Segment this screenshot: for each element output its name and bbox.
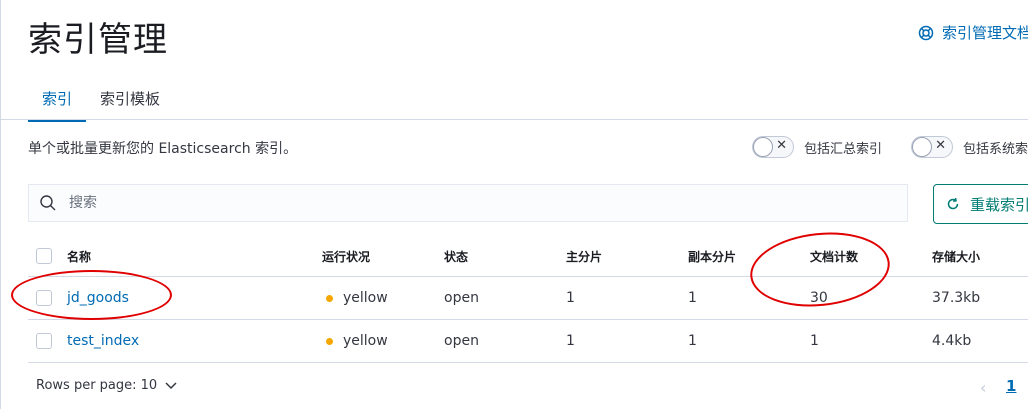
storage-size-cell: 37.3kb [932,290,981,306]
primaries-cell: 1 [566,290,575,306]
pagination-prev-button[interactable]: ‹ [980,378,986,397]
switch-knob [753,137,773,157]
reload-label: 重载索引 [970,195,1028,214]
doc-count-cell: 1 [810,333,819,349]
switch-off-icon: ✕ [776,138,787,153]
refresh-icon [947,197,959,210]
health-cell: yellow [326,277,388,319]
column-header-status[interactable]: 状态 [444,236,468,276]
toggle-system-label: 包括系统索引 [963,141,1028,157]
rollup-switch[interactable]: ✕ [752,136,794,158]
reload-indices-button[interactable]: 重载索引 [933,184,1028,224]
index-name-link[interactable]: jd_goods [67,277,129,319]
search-box[interactable] [28,184,908,222]
column-header-replicas[interactable]: 副本分片 [688,236,736,276]
column-header-primaries[interactable]: 主分片 [566,236,602,276]
tab-bar: 索引 索引模板 [28,82,174,122]
left-border [0,0,1,409]
system-switch[interactable]: ✕ [911,136,953,158]
status-cell: open [444,333,479,349]
health-label: yellow [343,290,388,306]
rows-per-page-label: Rows per page: 10 [36,378,158,393]
health-label: yellow [343,333,388,349]
toggle-system-indices[interactable]: ✕ 包括系统索引 [911,136,1028,158]
index-name-link[interactable]: test_index [67,320,139,362]
status-cell: open [444,290,479,306]
column-header-name[interactable]: 名称 [67,236,91,276]
toggle-rollup-indices[interactable]: ✕ 包括汇总索引 [752,136,882,158]
replicas-cell: 1 [688,290,697,306]
primaries-cell: 1 [566,333,575,349]
table-row: test_index yellow open 1 1 1 4.4kb [28,320,1028,363]
table-row: jd_goods yellow open 1 1 30 37.3kb [28,277,1028,320]
page-description: 单个或批量更新您的 Elasticsearch 索引。 [28,141,298,157]
indices-table: 名称 运行状况 状态 主分片 副本分片 文档计数 存储大小 jd_goods y… [28,236,1028,363]
column-header-doc-count[interactable]: 文档计数 [810,236,858,276]
switch-off-icon: ✕ [935,138,946,153]
column-header-storage-size[interactable]: 存储大小 [932,236,980,276]
docs-link-label: 索引管理文档 [942,24,1028,42]
help-lifebuoy-icon [918,25,934,40]
doc-count-cell: 30 [810,290,828,306]
tab-index-templates[interactable]: 索引模板 [86,82,174,120]
table-header: 名称 运行状况 状态 主分片 副本分片 文档计数 存储大小 [28,236,1028,277]
health-dot-icon [326,294,333,302]
health-dot-icon [326,337,333,345]
select-all-checkbox[interactable] [36,248,52,264]
switch-knob [912,137,932,157]
row-checkbox[interactable] [36,290,52,306]
column-header-health[interactable]: 运行状况 [322,236,370,276]
rows-per-page-selector[interactable]: Rows per page: 10 [36,378,177,393]
toggle-rollup-label: 包括汇总索引 [804,141,883,157]
health-cell: yellow [326,320,388,362]
page-title: 索引管理 [28,20,168,60]
replicas-cell: 1 [688,333,697,349]
search-icon [40,195,56,211]
pagination-page-button[interactable]: 1 [1006,377,1016,395]
tab-indices[interactable]: 索引 [28,82,87,122]
search-input[interactable] [67,194,871,212]
docs-link[interactable]: 索引管理文档 [918,22,1028,43]
chevron-down-icon [165,381,177,389]
tabs-divider [0,119,1028,120]
storage-size-cell: 4.4kb [932,333,972,349]
row-checkbox[interactable] [36,333,52,349]
